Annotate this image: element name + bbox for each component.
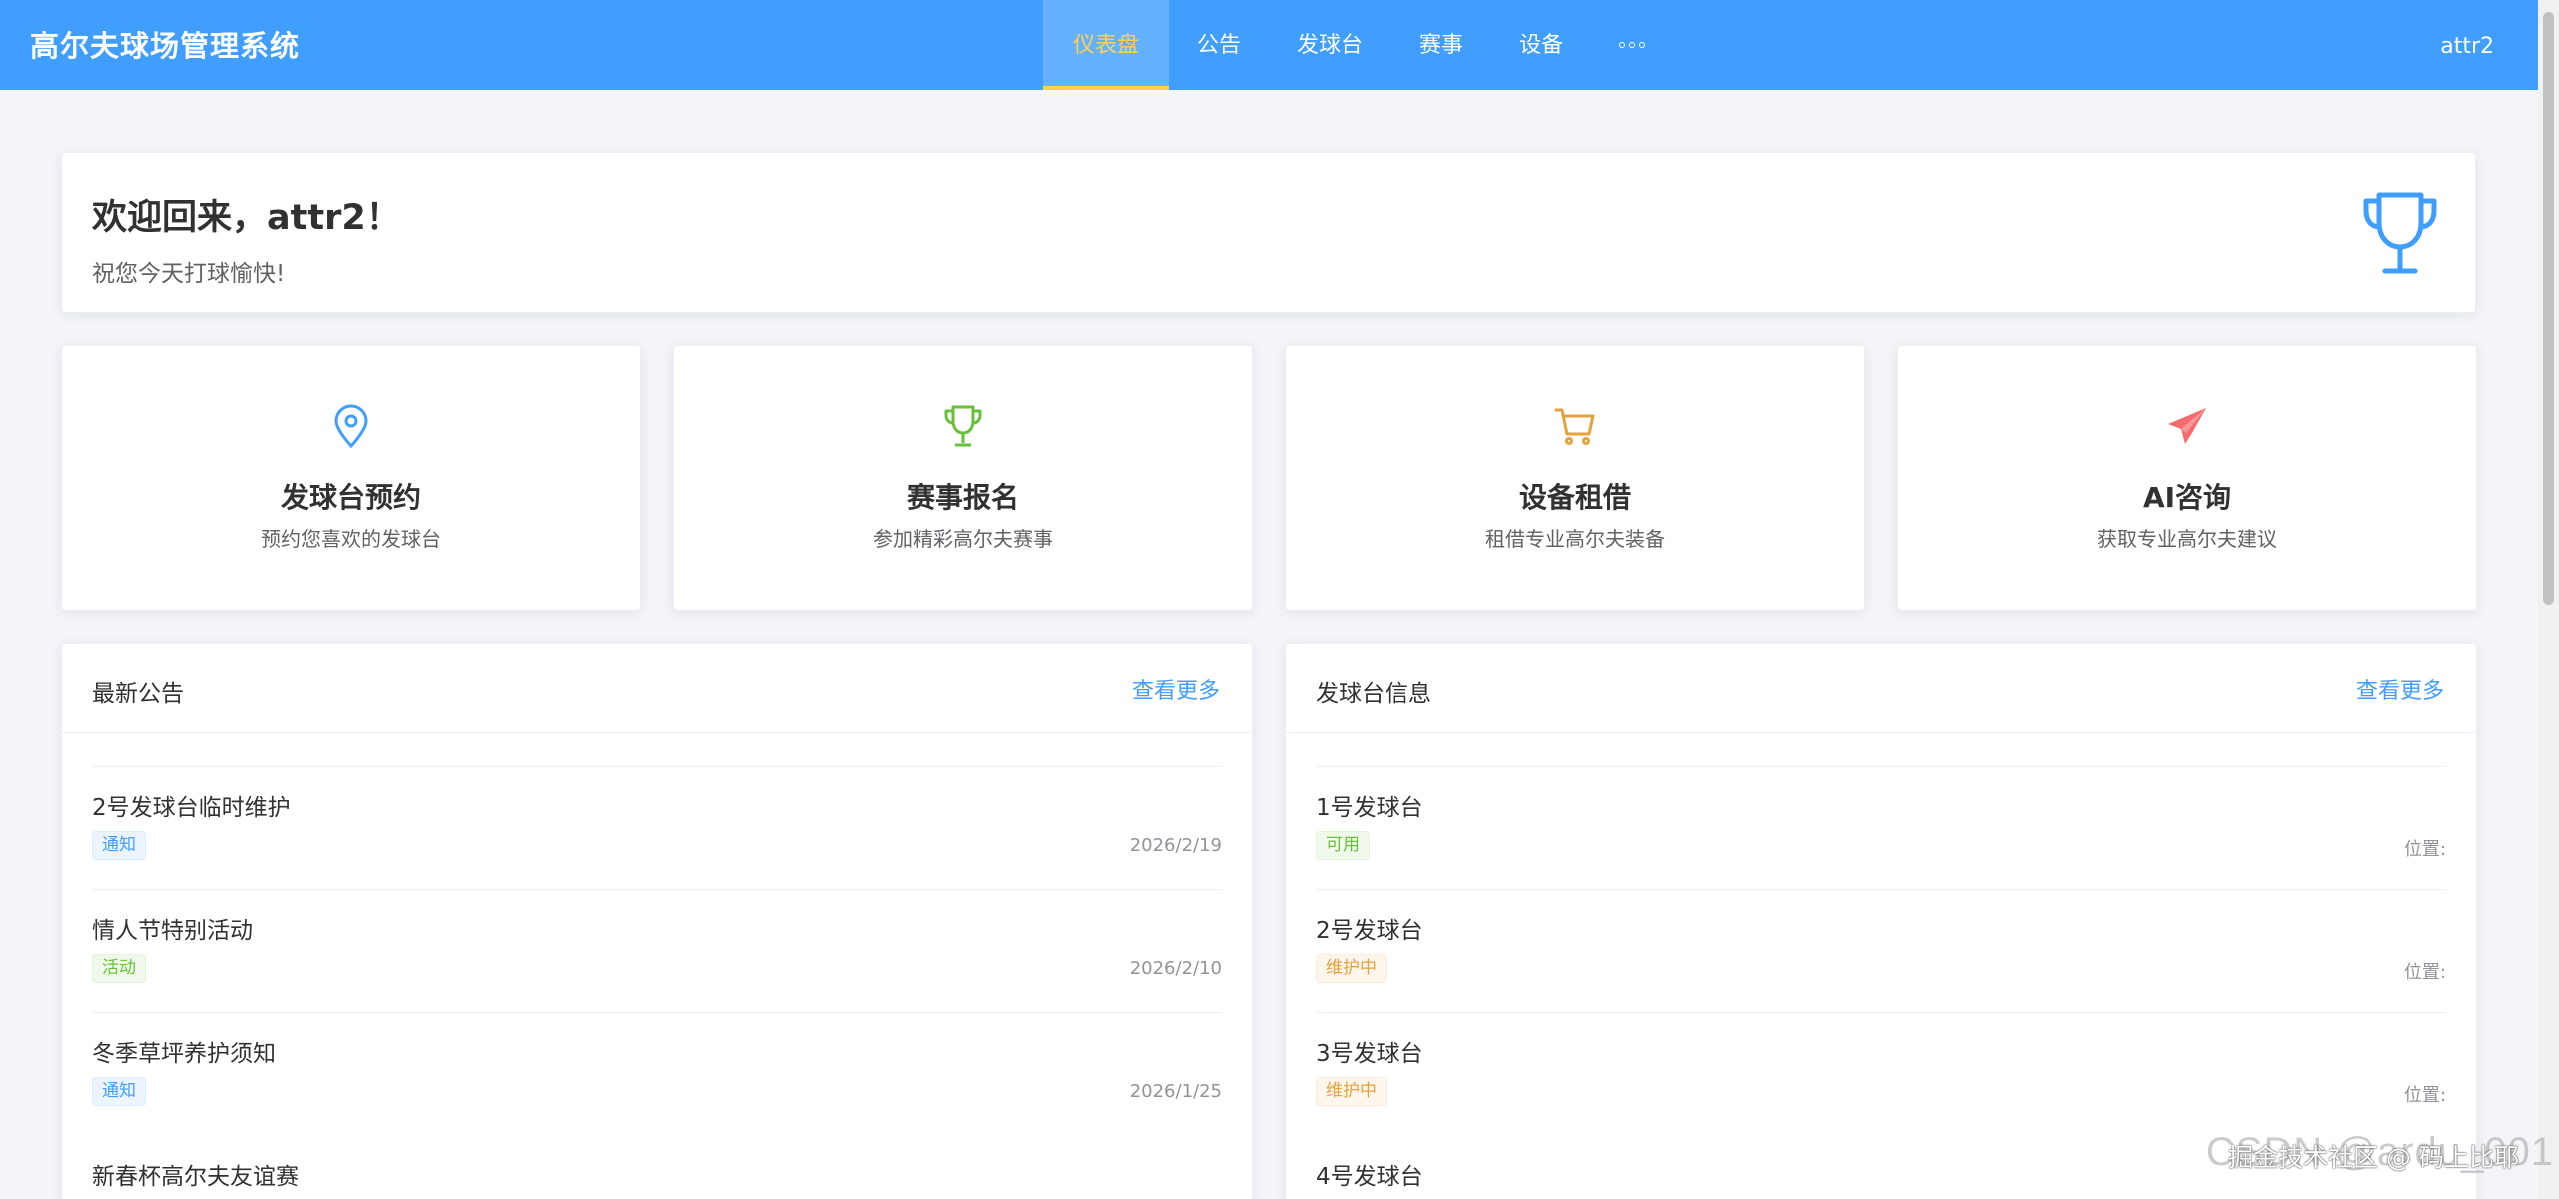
quick-action-tee-booking[interactable]: 发球台预约 预约您喜欢的发球台 — [61, 345, 641, 611]
nav-item-tees[interactable]: 发球台 — [1269, 0, 1391, 90]
watermark-front: 掘金技术社区 @ 码上比耶 — [2228, 1143, 2519, 1172]
welcome-title: 欢迎回来，attr2！ — [92, 198, 401, 238]
page-scrollbar[interactable] — [2538, 0, 2559, 1199]
tees-panel: 发球台信息 查看更多 1号发球台 可用 位置: 2号发球台 维护中 位置: 3号… — [1285, 643, 2477, 1199]
quick-action-equipment-rental[interactable]: 设备租借 租借专业高尔夫装备 — [1285, 345, 1865, 611]
list-item[interactable]: 4号发球台 — [1316, 1013, 2446, 1190]
quick-action-ai-consult[interactable]: AI咨询 获取专业高尔夫建议 — [1897, 345, 2477, 611]
announcements-panel: 最新公告 查看更多 2号发球台临时维护 通知 2026/2/19 情人节特别活动… — [61, 643, 1253, 1199]
trophy-icon — [2363, 192, 2437, 274]
app-title: 高尔夫球场管理系统 — [30, 29, 301, 63]
list-item[interactable]: 冬季草坪养护须知 通知 2026/1/25 — [92, 890, 1222, 1106]
user-menu[interactable]: attr2 — [2440, 0, 2494, 90]
quick-action-title: AI咨询 — [2142, 481, 2232, 514]
announcement-title: 新春杯高尔夫友谊赛 — [92, 1164, 299, 1190]
nav-item-announcements[interactable]: 公告 — [1169, 0, 1269, 90]
quick-action-title: 设备租借 — [1518, 481, 1631, 514]
welcome-card: 欢迎回来，attr2！ 祝您今天打球愉快! — [61, 152, 2476, 313]
quick-action-desc: 参加精彩高尔夫赛事 — [873, 527, 1053, 551]
nav-item-dashboard[interactable]: 仪表盘 — [1043, 0, 1170, 90]
paper-plane-icon — [2168, 408, 2206, 444]
nav-item-events[interactable]: 赛事 — [1391, 0, 1491, 90]
list-item[interactable]: 2号发球台临时维护 通知 2026/2/19 — [92, 644, 1222, 860]
nav-item-equipment[interactable]: 设备 — [1491, 0, 1591, 90]
quick-action-desc: 预约您喜欢的发球台 — [261, 527, 441, 551]
list-item[interactable]: 情人节特别活动 活动 2026/2/10 — [92, 767, 1222, 983]
welcome-subtitle: 祝您今天打球愉快! — [92, 261, 286, 287]
quick-action-event-signup[interactable]: 赛事报名 参加精彩高尔夫赛事 — [673, 345, 1253, 611]
quick-action-title: 赛事报名 — [906, 481, 1019, 514]
list-item[interactable]: 1号发球台 可用 位置: — [1316, 644, 2446, 860]
scrollbar-thumb[interactable] — [2543, 12, 2554, 605]
nav-more-button[interactable] — [1591, 0, 1673, 90]
list-item[interactable]: 3号发球台 维护中 位置: — [1316, 890, 2446, 1106]
main-nav: 仪表盘 公告 发球台 赛事 设备 — [1043, 0, 1673, 90]
trophy-icon — [944, 405, 982, 447]
list-item[interactable]: 新春杯高尔夫友谊赛 — [92, 1013, 1222, 1190]
tee-name: 4号发球台 — [1316, 1164, 1423, 1190]
top-navbar: 高尔夫球场管理系统 仪表盘 公告 发球台 赛事 设备 attr2 — [0, 0, 2538, 90]
quick-action-title: 发球台预约 — [280, 481, 421, 514]
shopping-cart-icon — [1554, 408, 1595, 445]
list-item[interactable]: 2号发球台 维护中 位置: — [1316, 767, 2446, 983]
quick-action-desc: 获取专业高尔夫建议 — [2097, 527, 2277, 551]
ellipsis-icon — [1619, 42, 1626, 48]
quick-action-desc: 租借专业高尔夫装备 — [1485, 527, 1665, 551]
location-pin-icon — [334, 404, 368, 448]
